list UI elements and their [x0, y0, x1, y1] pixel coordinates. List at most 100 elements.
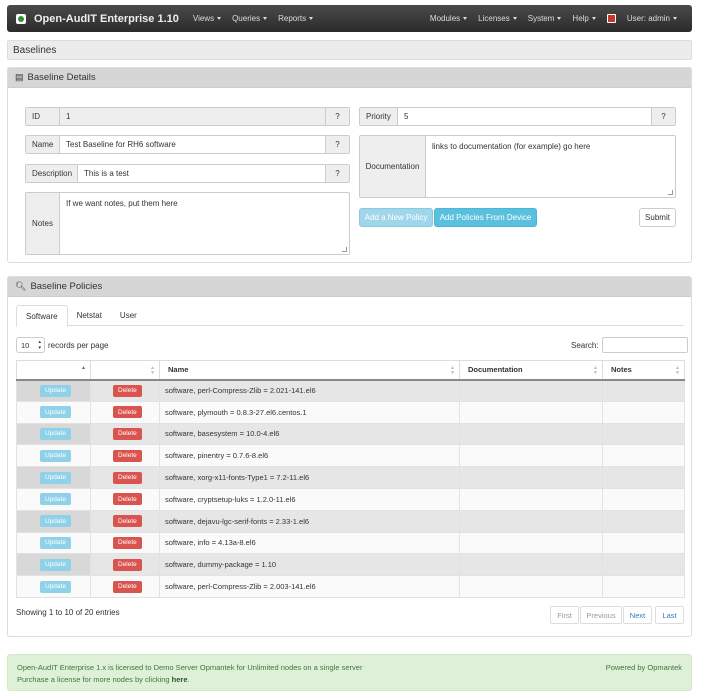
id-label: ID — [26, 108, 60, 125]
menu-licenses[interactable]: Licenses — [478, 14, 517, 23]
menu-system-label: System — [527, 14, 555, 23]
brand-title[interactable]: Open-AudIT Enterprise 1.10 — [34, 13, 179, 25]
menu-reports-label: Reports — [278, 14, 307, 23]
policy-name-cell: software, dejavu-lgc-serif-fonts = 2.33-… — [159, 509, 460, 533]
right-menu: Modules Licenses System Help User: admin — [430, 14, 688, 23]
sort-icon: ▲ ▼ — [450, 365, 455, 376]
column-header-name[interactable]: Name ▲ ▼ — [159, 360, 460, 381]
license-footer: Open-AudIT Enterprise 1.x is licensed to… — [7, 654, 692, 691]
policy-name-cell: software, pinentry = 0.7.6-8.el6 — [159, 444, 460, 468]
policy-name-cell: software, dummy-package = 1.10 — [159, 553, 460, 577]
update-button[interactable]: Update — [40, 558, 71, 571]
column-header-notes[interactable]: Notes ▲ ▼ — [602, 360, 685, 381]
delete-button[interactable]: Delete — [113, 558, 142, 571]
delete-button[interactable]: Delete — [113, 384, 142, 397]
notes-textarea[interactable]: If we want notes, put them here — [60, 193, 349, 254]
menu-help[interactable]: Help — [572, 14, 596, 23]
baseline-policies-heading: 🔍︎ Baseline Policies — [8, 277, 691, 297]
table-row: Update Delete software, plymouth = 0.8.3-2… — [16, 400, 685, 424]
pager-first-button[interactable]: First — [550, 606, 579, 624]
page-size-select[interactable]: 10 — [16, 337, 45, 353]
update-button[interactable]: Update — [40, 384, 71, 397]
add-new-policy-button[interactable]: Add a New Policy — [359, 208, 433, 227]
brand[interactable]: Open-AudIT Enterprise 1.10 — [16, 13, 179, 25]
update-cell: Update — [16, 444, 91, 468]
menu-reports[interactable]: Reports — [278, 14, 314, 23]
update-cell: Update — [16, 466, 91, 489]
caret-down-icon — [463, 17, 468, 20]
delete-button[interactable]: Delete — [113, 536, 142, 549]
resize-handle-icon[interactable] — [668, 190, 673, 195]
policy-notes-cell — [602, 466, 685, 489]
priority-help-button[interactable]: ? — [651, 108, 675, 125]
column-header-update[interactable]: ▲ — [16, 360, 91, 381]
policy-documentation-cell — [459, 466, 603, 489]
delete-cell: Delete — [90, 509, 160, 533]
delete-button[interactable]: Delete — [113, 471, 142, 484]
language-flag-icon[interactable] — [606, 14, 616, 23]
documentation-textarea[interactable]: links to documentation (for example) go … — [426, 136, 675, 197]
tab-user[interactable]: User — [111, 305, 146, 325]
pager-previous-button[interactable]: Previous — [580, 606, 622, 624]
table-search: Search: — [571, 337, 688, 353]
priority-input[interactable]: 5 — [398, 108, 651, 125]
open-audit-logo-icon — [16, 13, 26, 24]
pager-next-button[interactable]: Next — [623, 606, 652, 624]
update-button[interactable]: Update — [40, 406, 71, 419]
update-cell: Update — [16, 400, 91, 424]
sort-asc-icon: ▲ — [81, 365, 86, 371]
description-help-button[interactable]: ? — [325, 165, 349, 182]
tab-software[interactable]: Software — [16, 305, 68, 327]
policy-name-cell: software, plymouth = 0.8.3-27.el6.centos… — [159, 400, 460, 424]
purchase-link[interactable]: here — [172, 675, 188, 684]
menu-modules[interactable]: Modules — [430, 14, 468, 23]
delete-cell: Delete — [90, 379, 160, 402]
update-button[interactable]: Update — [40, 471, 71, 484]
submit-button[interactable]: Submit — [639, 208, 676, 227]
table-row: Update Delete software, pinentry = 0.7.6-8… — [16, 444, 685, 468]
menu-queries[interactable]: Queries — [232, 14, 268, 23]
name-input[interactable]: Test Baseline for RH6 software — [60, 136, 325, 153]
delete-button[interactable]: Delete — [113, 449, 142, 462]
update-cell: Update — [16, 531, 91, 555]
baseline-details-panel: ▤ Baseline Details ID 1 ? Name Test Base… — [7, 67, 692, 263]
id-field: ID 1 ? — [25, 107, 350, 126]
update-button[interactable]: Update — [40, 427, 71, 440]
delete-button[interactable]: Delete — [113, 427, 142, 440]
description-label: Description — [26, 165, 78, 182]
column-label: Name — [168, 365, 189, 375]
update-button[interactable]: Update — [40, 536, 71, 549]
powered-by[interactable]: Powered by Opmantek — [606, 663, 682, 672]
column-header-documentation[interactable]: Documentation ▲ ▼ — [459, 360, 603, 381]
resize-handle-icon[interactable] — [342, 247, 347, 252]
delete-cell: Delete — [90, 487, 160, 511]
search-label: Search: — [571, 340, 599, 350]
description-input[interactable]: This is a test — [78, 165, 325, 182]
column-header-delete[interactable]: ▲ ▼ — [90, 360, 160, 381]
menu-system[interactable]: System — [528, 14, 562, 23]
table-icon: ▤ — [15, 72, 24, 82]
id-help-button[interactable]: ? — [325, 108, 349, 125]
name-help-button[interactable]: ? — [325, 136, 349, 153]
menu-user[interactable]: User: admin — [627, 14, 677, 23]
documentation-label: Documentation — [360, 136, 426, 197]
pager-last-button[interactable]: Last — [655, 606, 684, 624]
update-cell: Update — [16, 509, 91, 533]
caret-down-icon — [263, 17, 268, 20]
priority-label: Priority — [360, 108, 398, 125]
top-navbar: Open-AudIT Enterprise 1.10 Views Queries… — [7, 5, 692, 32]
delete-button[interactable]: Delete — [113, 406, 142, 419]
tab-netstat[interactable]: Netstat — [68, 305, 111, 325]
delete-button[interactable]: Delete — [113, 515, 142, 528]
menu-views[interactable]: Views — [193, 14, 222, 23]
update-button[interactable]: Update — [40, 493, 71, 506]
delete-cell: Delete — [90, 422, 160, 446]
search-input[interactable] — [601, 337, 688, 353]
add-policies-from-device-button[interactable]: Add Policies From Device — [434, 208, 537, 227]
policy-documentation-cell — [459, 444, 603, 468]
delete-button[interactable]: Delete — [113, 493, 142, 506]
update-button[interactable]: Update — [40, 449, 71, 462]
update-button[interactable]: Update — [40, 580, 71, 593]
delete-button[interactable]: Delete — [113, 580, 142, 593]
update-button[interactable]: Update — [40, 515, 71, 528]
